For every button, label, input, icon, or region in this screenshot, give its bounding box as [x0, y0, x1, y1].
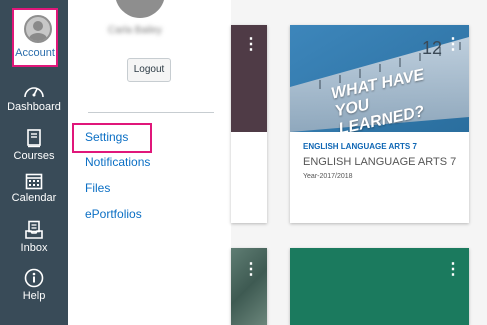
- course-card-english-image: 12 WHAT HAVE YOU LEARNED?: [290, 25, 469, 132]
- course-card-4[interactable]: ⋮: [290, 248, 469, 325]
- course-card-english-term: Year-2017/2018: [303, 173, 353, 180]
- user-name: Carla Bailey: [108, 25, 162, 36]
- course-card-1-menu-icon[interactable]: ⋮: [243, 37, 259, 53]
- dashboard-gauge-icon: [24, 87, 44, 98]
- course-card-3-header: [231, 248, 267, 325]
- course-card-3[interactable]: ⋮: [231, 248, 267, 325]
- courses-book-icon: [27, 129, 41, 148]
- nav-label-account: Account: [15, 47, 55, 59]
- nav-item-help[interactable]: Help: [0, 268, 68, 302]
- nav-label-help: Help: [22, 290, 46, 302]
- nav-label-dashboard: Dashboard: [7, 101, 61, 113]
- nav-label-inbox: Inbox: [20, 242, 48, 254]
- user-avatar: [115, 0, 165, 18]
- course-card-4-header: [290, 248, 469, 325]
- nav-label-courses: Courses: [13, 150, 55, 162]
- nav-item-dashboard[interactable]: Dashboard: [0, 83, 68, 113]
- ruler-number: 12: [422, 38, 443, 58]
- tray-divider: [88, 112, 214, 113]
- tray-link-eportfolios[interactable]: ePortfolios: [85, 207, 142, 221]
- tray-link-notifications[interactable]: Notifications: [85, 155, 150, 169]
- course-card-english-title[interactable]: ENGLISH LANGUAGE ARTS 7: [303, 142, 417, 151]
- course-card-1[interactable]: ⋮: [231, 25, 267, 223]
- course-card-english-menu-icon[interactable]: ⋮: [445, 37, 461, 53]
- course-card-3-menu-icon[interactable]: ⋮: [243, 262, 259, 278]
- nav-item-account[interactable]: Account: [12, 8, 58, 67]
- course-card-english[interactable]: 12 WHAT HAVE YOU LEARNED? ⋮ ENGLISH LANG…: [290, 25, 469, 223]
- tray-link-settings[interactable]: Settings: [85, 130, 128, 144]
- calendar-icon: [25, 173, 43, 190]
- account-tray: Carla Bailey Logout Settings Notificatio…: [68, 0, 231, 325]
- course-card-english-subtitle: ENGLISH LANGUAGE ARTS 7: [303, 156, 457, 168]
- tray-link-files[interactable]: Files: [85, 181, 110, 195]
- logout-button[interactable]: Logout: [127, 58, 171, 82]
- inbox-icon: [25, 220, 43, 239]
- course-card-4-menu-icon[interactable]: ⋮: [445, 262, 461, 278]
- account-avatar-icon: [24, 15, 52, 43]
- nav-label-calendar: Calendar: [11, 192, 57, 204]
- nav-item-inbox[interactable]: Inbox: [0, 220, 68, 254]
- nav-item-calendar[interactable]: Calendar: [0, 172, 68, 204]
- nav-item-courses[interactable]: Courses: [0, 129, 68, 162]
- help-icon: [24, 268, 44, 288]
- global-navigation: Account Dashboard Courses Calendar Inbox…: [0, 0, 68, 325]
